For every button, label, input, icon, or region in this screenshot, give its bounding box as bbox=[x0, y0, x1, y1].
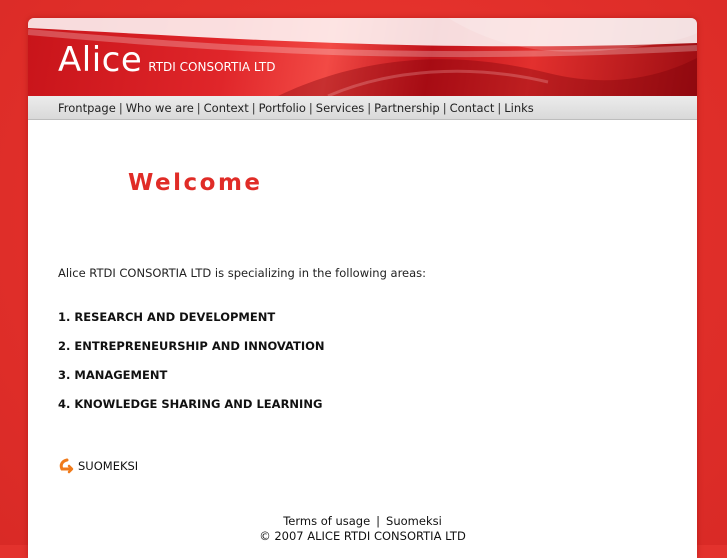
header-banner: Alice RTDI CONSORTIA LTD bbox=[28, 18, 697, 96]
areas-list: 1. RESEARCH AND DEVELOPMENT 2. ENTREPREN… bbox=[58, 310, 325, 426]
footer-links: Terms of usage | Suomeksi bbox=[28, 514, 697, 529]
suomeksi-label: SUOMEKSI bbox=[78, 459, 139, 473]
nav-context[interactable]: Context bbox=[204, 101, 249, 115]
nav-portfolio[interactable]: Portfolio bbox=[259, 101, 306, 115]
footer-suomeksi-link[interactable]: Suomeksi bbox=[386, 514, 442, 528]
nav-contact[interactable]: Contact bbox=[450, 101, 495, 115]
nav-separator: | bbox=[442, 101, 447, 115]
page-title: Welcome bbox=[128, 170, 263, 196]
list-item: 3. MANAGEMENT bbox=[58, 368, 168, 382]
intro-text: Alice RTDI CONSORTIA LTD is specializing… bbox=[58, 266, 427, 280]
nav-separator: | bbox=[308, 101, 313, 115]
logo-name: Alice bbox=[58, 40, 143, 80]
nav-services[interactable]: Services bbox=[316, 101, 365, 115]
curved-arrow-icon bbox=[59, 458, 74, 474]
nav-who-we-are[interactable]: Who we are bbox=[126, 101, 194, 115]
nav-partnership[interactable]: Partnership bbox=[374, 101, 440, 115]
footer: Terms of usage | Suomeksi © 2007 ALICE RTD… bbox=[28, 514, 697, 544]
site-logo[interactable]: Alice RTDI CONSORTIA LTD bbox=[58, 40, 275, 80]
footer-separator: | bbox=[376, 514, 381, 528]
nav-separator: | bbox=[367, 101, 372, 115]
list-item: 2. ENTREPRENEURSHIP AND INNOVATION bbox=[58, 339, 325, 353]
suomeksi-link[interactable]: SUOMEKSI bbox=[58, 458, 138, 474]
nav-separator: | bbox=[497, 101, 502, 115]
copyright: © 2007 ALICE RTDI CONSORTIA LTD bbox=[259, 529, 466, 543]
nav-separator: | bbox=[118, 101, 123, 115]
nav-separator: | bbox=[196, 101, 201, 115]
main-navigation: Frontpage | Who we are | Context | Portfolio | S… bbox=[28, 96, 697, 120]
nav-links[interactable]: Links bbox=[504, 101, 534, 115]
content-panel: Alice RTDI CONSORTIA LTD Frontpage | Who we… bbox=[28, 18, 697, 558]
nav-frontpage[interactable]: Frontpage bbox=[58, 101, 116, 115]
nav-separator: | bbox=[251, 101, 256, 115]
logo-subtitle: RTDI CONSORTIA LTD bbox=[148, 60, 276, 74]
terms-of-usage-link[interactable]: Terms of usage bbox=[283, 514, 370, 528]
list-item: 1. RESEARCH AND DEVELOPMENT bbox=[58, 310, 276, 324]
list-item: 4. KNOWLEDGE SHARING AND LEARNING bbox=[58, 397, 323, 411]
